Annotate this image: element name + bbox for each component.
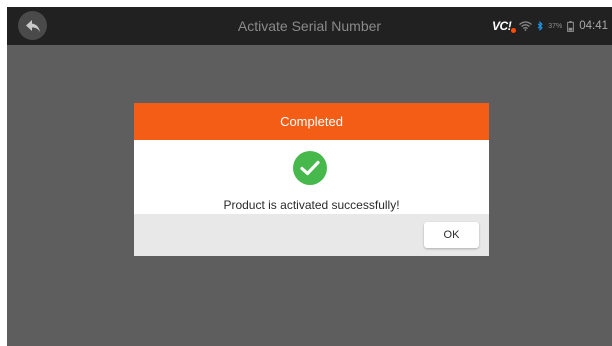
battery-percent: 37%: [548, 22, 563, 30]
app-screen: Activate Serial Number VC! 37% 04:41 Com…: [7, 7, 612, 346]
ok-button[interactable]: OK: [424, 222, 479, 248]
clock: 04:41: [579, 20, 608, 32]
wifi-icon: [519, 21, 533, 31]
bluetooth-icon: [537, 21, 543, 31]
dialog-message: Product is activated successfully!: [223, 198, 400, 212]
vci-logo-text: VC: [492, 19, 508, 33]
success-check-icon: [293, 151, 327, 185]
status-bar: VC! 37% 04:41: [492, 7, 608, 45]
dialog-title: Completed: [134, 103, 489, 140]
battery-icon: [567, 20, 575, 32]
checkmark-icon: [300, 160, 320, 176]
vci-status-dot: [511, 28, 517, 33]
dialog-footer: OK: [134, 214, 489, 256]
top-bar: Activate Serial Number VC! 37% 04:41: [7, 7, 612, 45]
vci-logo: VC!: [492, 19, 517, 33]
completion-dialog: Completed Product is activated successfu…: [134, 103, 489, 256]
